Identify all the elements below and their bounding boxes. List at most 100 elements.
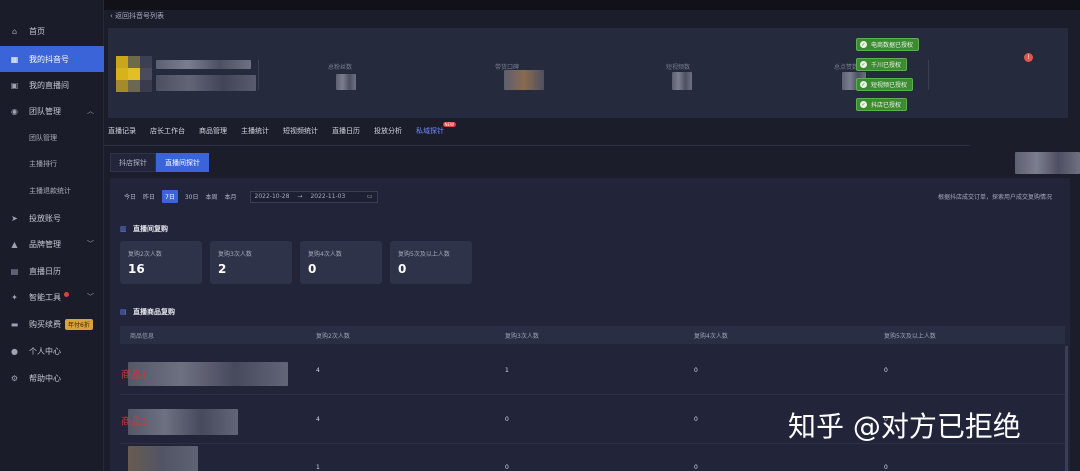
live-icon: ▣: [10, 80, 19, 90]
check-icon: ✓: [860, 101, 867, 108]
metric-label: 复购4次人数: [308, 251, 342, 258]
metric-card-5x: 复购5次及以上人数 0: [390, 241, 472, 284]
tab-video-stats[interactable]: 短视频统计: [283, 126, 318, 142]
stat-value-blurred: [672, 72, 692, 90]
sidebar-item-anchor-refund[interactable]: 主播退款统计: [0, 178, 104, 204]
date-option-week[interactable]: 本周: [206, 192, 218, 201]
calendar-icon: ▭: [366, 193, 373, 200]
cell-2x: 1: [316, 464, 320, 471]
check-icon: ✓: [860, 61, 867, 68]
metric-label: 复购3次人数: [218, 251, 252, 258]
sidebar-item-label: 我的抖音号: [29, 54, 69, 64]
user-icon: ●: [11, 346, 18, 356]
brand-icon: ▲: [11, 239, 18, 249]
account-profile-card: 总粉丝数 带货口碑 短视频数 总点赞数: [108, 28, 1068, 118]
sidebar-item-calendar[interactable]: ▤ 直播日历: [0, 258, 104, 284]
chevron-down-icon: ﹀: [87, 293, 94, 301]
sidebar-item-my-douyin[interactable]: ▦ 我的抖音号: [0, 46, 104, 72]
notification-dot: [64, 291, 69, 297]
account-name-blurred: [156, 60, 251, 69]
metric-value: 0: [398, 262, 407, 276]
cell-5x: 0: [884, 464, 888, 471]
sidebar-item-smart-tools[interactable]: ✦ 智能工具 ﹀: [0, 284, 104, 310]
sidebar-item-team[interactable]: ◉ 团队管理 ︿: [0, 98, 104, 124]
sidebar-item-purchase[interactable]: ▬ 购买续费 年付6折: [0, 311, 104, 337]
auth-badge-ecommerce: ✓ 电商数据已授权: [856, 38, 920, 51]
date-option-7d[interactable]: 7日: [162, 190, 178, 203]
team-icon: ◉: [11, 106, 18, 116]
section-title-live-repurchase: ▥ 直播间复购: [120, 224, 168, 234]
metric-value: 16: [128, 262, 145, 276]
table-scrollbar[interactable]: [1065, 346, 1068, 471]
tab-ad-analysis[interactable]: 投放分析: [374, 126, 402, 142]
auth-badge-video: ✓ 短视频已授权: [856, 78, 914, 91]
chevron-down-icon: ﹀: [87, 240, 94, 248]
grid-icon: ▦: [10, 54, 19, 64]
divider: [258, 60, 259, 90]
date-filter: 今日 昨日 7日 30日 本周 本月 2022-10-28 → 2022-11-…: [124, 190, 378, 203]
watermark: 知乎 @对方已拒绝: [788, 410, 1021, 443]
date-option-yesterday[interactable]: 昨日: [143, 192, 155, 201]
date-option-today[interactable]: 今日: [124, 192, 136, 201]
auth-badge-qianchuan: ✓ 千川已授权: [856, 58, 908, 71]
tab-anchor-stats[interactable]: 主播统计: [241, 126, 269, 142]
new-badge: NEW: [442, 122, 456, 127]
arrow-right-icon: →: [297, 193, 303, 200]
date-range-picker[interactable]: 2022-10-28 → 2022-11-03 ▭: [249, 190, 378, 203]
date-option-month[interactable]: 本月: [225, 192, 237, 201]
section-title-label: 直播商品复购: [133, 308, 175, 316]
sidebar-item-label: 我的直播间: [29, 80, 69, 90]
auth-badge-label: 短视频已授权: [871, 82, 908, 89]
cell-5x: 0: [884, 367, 888, 374]
tab-live-records[interactable]: 直播记录: [108, 126, 136, 142]
sidebar-item-home[interactable]: ⌂ 首页: [0, 18, 104, 44]
sidebar: ⌂ 首页 ▦ 我的抖音号 ▣ 我的直播间 ◉ 团队管理 ︿ 团队管理 主播排行 …: [0, 0, 104, 471]
sidebar-item-label: 主播退款统计: [29, 187, 71, 195]
sidebar-item-brand[interactable]: ▲ 品牌管理 ﹀: [0, 231, 104, 257]
warning-icon[interactable]: !: [1024, 53, 1033, 62]
stat-label: 总粉丝数: [328, 64, 353, 71]
account-info-blurred: [156, 75, 256, 91]
cell-4x: 0: [694, 416, 698, 423]
auth-badge-label: 抖店已授权: [871, 102, 902, 109]
sidebar-item-label: 主播排行: [29, 160, 57, 168]
tab-private-probe[interactable]: 私域探针 NEW: [416, 122, 456, 142]
sidebar-item-help[interactable]: ⚙ 帮助中心: [0, 365, 104, 391]
stat-value-blurred: [504, 70, 544, 90]
sidebar-item-label: 直播日历: [29, 266, 61, 276]
cell-4x: 0: [694, 464, 698, 471]
list-icon: ▤: [120, 308, 127, 316]
stat-label: 短视频数: [666, 64, 691, 71]
sidebar-item-label: 购买续费: [29, 319, 61, 329]
auth-badge-label: 电商数据已授权: [871, 42, 914, 49]
date-option-30d[interactable]: 30日: [185, 192, 199, 201]
avatar: [116, 56, 152, 92]
sidebar-item-label: 品牌管理: [29, 239, 61, 249]
tab-live-calendar[interactable]: 直播日历: [332, 126, 360, 142]
main-tabs: 直播记录 店长工作台 商品管理 主播统计 短视频统计 直播日历 投放分析 私域探…: [108, 122, 458, 142]
back-link[interactable]: ‹ 返回抖音号列表: [110, 11, 164, 21]
tool-icon: ✦: [11, 292, 18, 302]
subtab-store-probe[interactable]: 抖店探针: [110, 153, 156, 172]
subtab-live-probe[interactable]: 直播间探针: [156, 153, 209, 172]
cell-4x: 0: [694, 367, 698, 374]
blurred-area: [1015, 152, 1080, 174]
column-header: 复购4次人数: [694, 333, 728, 340]
sidebar-item-profile[interactable]: ● 个人中心: [0, 338, 104, 364]
chart-icon: ▥: [120, 225, 127, 233]
sidebar-item-label: 个人中心: [29, 346, 61, 356]
check-icon: ✓: [860, 41, 867, 48]
cell-3x: 1: [505, 367, 509, 374]
sidebar-item-live-room[interactable]: ▣ 我的直播间: [0, 72, 104, 98]
sidebar-item-label: 团队管理: [29, 106, 61, 116]
tab-product-manage[interactable]: 商品管理: [199, 126, 227, 142]
card-icon: ▬: [10, 319, 19, 329]
column-header: 复购2次人数: [316, 333, 350, 340]
calendar-icon: ▤: [10, 266, 19, 276]
sidebar-item-label: 首页: [29, 26, 45, 36]
sidebar-item-team-manage[interactable]: 团队管理: [0, 125, 104, 151]
sidebar-item-ad-account[interactable]: ➤ 投放账号: [0, 205, 104, 231]
tab-store-workbench[interactable]: 店长工作台: [150, 126, 185, 142]
sidebar-item-anchor-rank[interactable]: 主播排行: [0, 151, 104, 177]
metric-card-4x: 复购4次人数 0: [300, 241, 382, 284]
